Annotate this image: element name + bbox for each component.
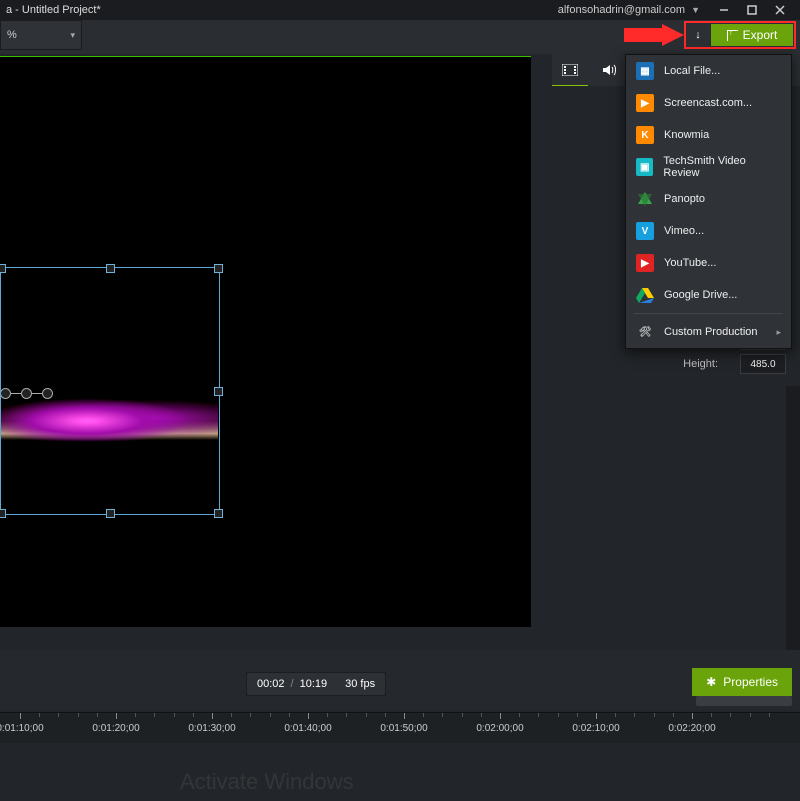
tools-icon: 🛠 [636, 323, 654, 341]
menu-separator [634, 313, 783, 314]
film-icon: ▦ [636, 62, 654, 80]
timeline-ruler[interactable]: 0:01:10;00 0:01:20;00 0:01:30;00 0:01:40;00… [0, 713, 800, 743]
export-menu: ▦Local File... ▶Screencast.com... KKnowm… [625, 54, 792, 349]
account-caret-icon[interactable]: ▼ [691, 5, 700, 15]
panopto-icon [636, 190, 654, 208]
project-title: a - Untitled Project* [6, 4, 101, 16]
ruler-tick-label: 0:01:10;00 [0, 723, 44, 734]
fps-display: 30 fps [345, 678, 375, 690]
ruler-tick-label: 0:01:40;00 [284, 723, 331, 734]
resize-handle-top[interactable] [106, 264, 115, 273]
zoom-scrubber[interactable] [696, 696, 792, 706]
export-button[interactable]: Export [711, 24, 793, 46]
export-menu-local-file[interactable]: ▦Local File... [626, 55, 791, 87]
window-maximize-button[interactable] [738, 0, 766, 20]
resize-handle-top-right[interactable] [214, 264, 223, 273]
height-label: Height: [552, 358, 726, 370]
export-menu-knowmia[interactable]: KKnowmia [626, 119, 791, 151]
preview-canvas[interactable] [0, 56, 531, 627]
account-email[interactable]: alfonsohadrin@gmail.com [558, 4, 685, 16]
tab-audio[interactable] [591, 54, 627, 86]
export-menu-techsmith[interactable]: ▣TechSmith Video Review [626, 151, 791, 183]
share-icon [727, 30, 738, 41]
resize-handle-bottom[interactable] [106, 509, 115, 518]
ruler-tick-label: 0:01:50;00 [380, 723, 427, 734]
export-menu-screencast[interactable]: ▶Screencast.com... [626, 87, 791, 119]
canvas-zoom-select[interactable]: % [0, 20, 82, 50]
total-time: 10:19 [300, 678, 328, 690]
resize-handle-right[interactable] [214, 387, 223, 396]
ruler-tick-label: 0:02:10;00 [572, 723, 619, 734]
export-menu-google-drive[interactable]: Google Drive... [626, 279, 791, 311]
export-menu-vimeo[interactable]: VVimeo... [626, 215, 791, 247]
play-icon: ▶ [636, 94, 654, 112]
ruler-tick-label: 0:01:20;00 [92, 723, 139, 734]
annotation-arrow [624, 24, 684, 46]
gear-icon: ✱ [706, 675, 716, 689]
chevron-right-icon: ▸ [776, 327, 781, 338]
windows-watermark: Activate Windows [180, 769, 354, 795]
current-time: 00:02 [257, 678, 285, 690]
height-value-input[interactable]: 485.0 [740, 354, 786, 374]
review-icon: ▣ [636, 158, 653, 176]
clip-selection-box[interactable] [0, 267, 220, 515]
vimeo-icon: V [636, 222, 654, 240]
properties-button[interactable]: ✱ Properties [692, 668, 792, 696]
resize-handle-bottom-left[interactable] [0, 509, 6, 518]
playhead-time-display: 00:02 / 10:19 30 fps [246, 672, 386, 696]
ruler-tick-label: 0:01:30;00 [188, 723, 235, 734]
ruler-tick-label: 0:02:00;00 [476, 723, 523, 734]
knowmia-icon: K [636, 126, 654, 144]
resize-handle-top-left[interactable] [0, 264, 6, 273]
export-menu-youtube[interactable]: ▶YouTube... [626, 247, 791, 279]
ruler-tick-label: 0:02:20;00 [668, 723, 715, 734]
tab-visual[interactable] [552, 54, 588, 86]
download-button[interactable]: ↓ [687, 24, 709, 46]
gdrive-icon [636, 286, 654, 304]
youtube-icon: ▶ [636, 254, 654, 272]
export-highlight-box: ↓ Export [684, 21, 796, 49]
export-menu-panopto[interactable]: Panopto [626, 183, 791, 215]
export-menu-custom-production[interactable]: 🛠Custom Production▸ [626, 316, 791, 348]
window-minimize-button[interactable] [710, 0, 738, 20]
resize-handle-bottom-right[interactable] [214, 509, 223, 518]
window-close-button[interactable] [766, 0, 794, 20]
